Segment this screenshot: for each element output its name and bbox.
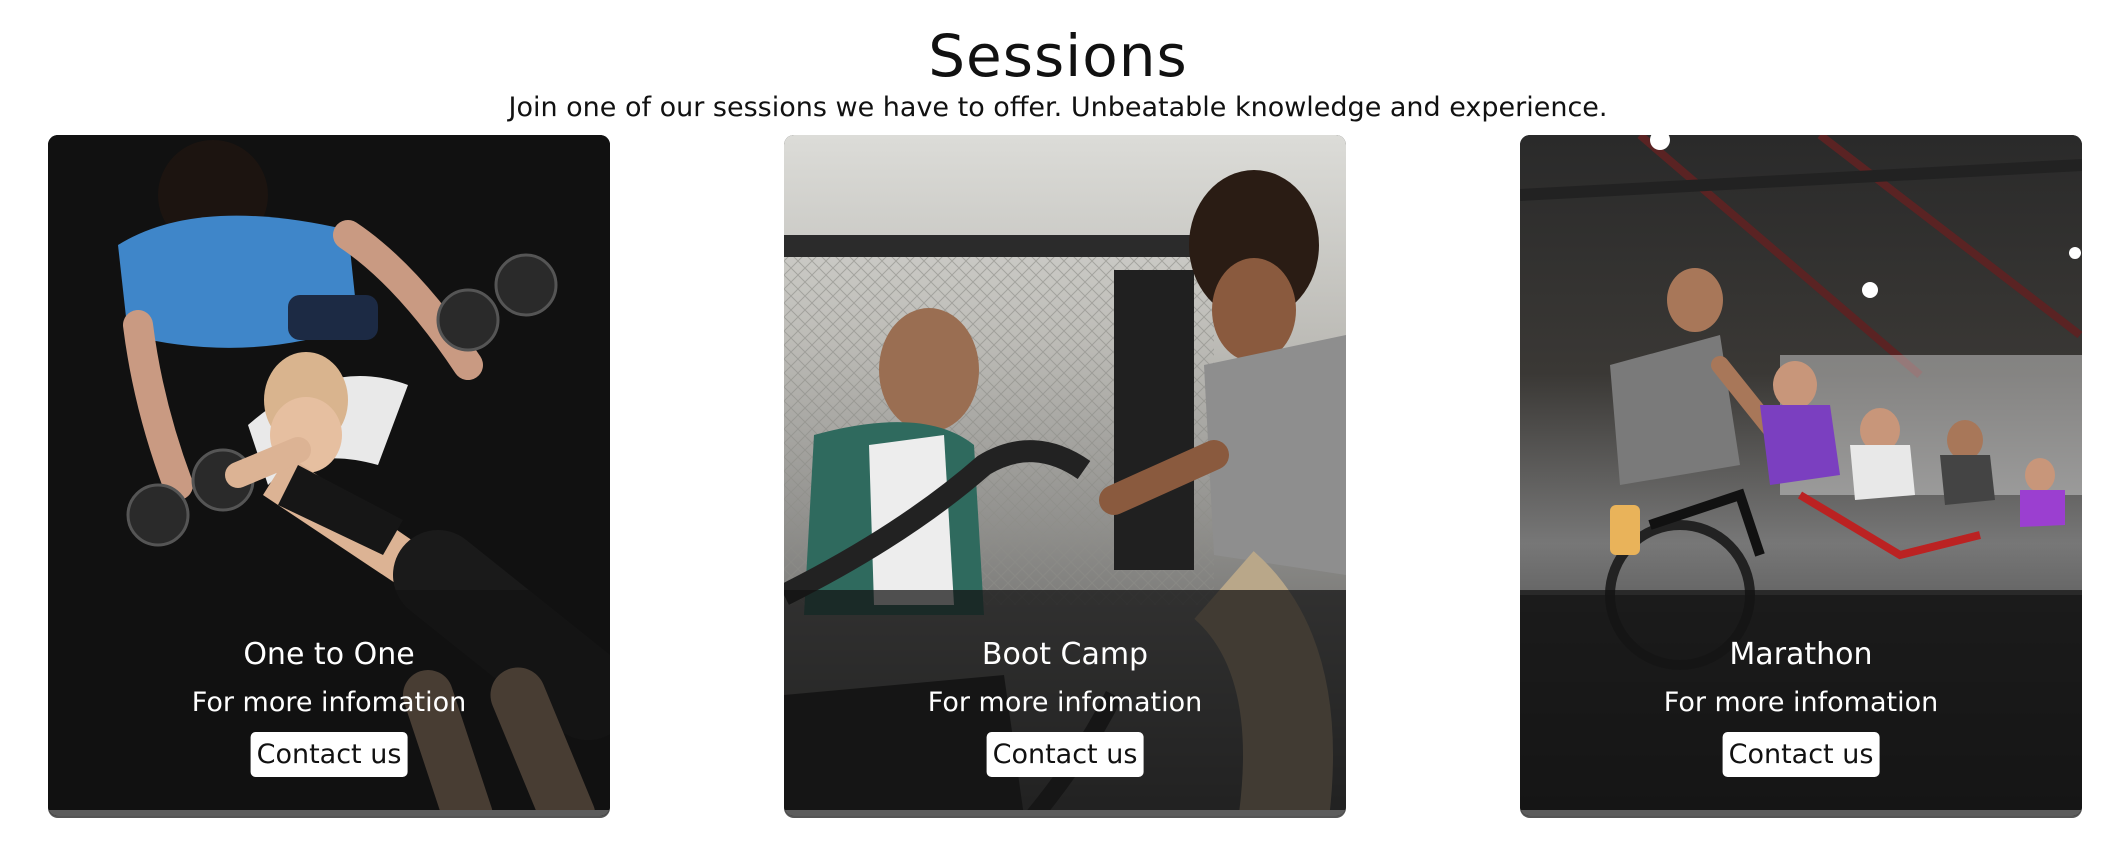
session-name: Boot Camp xyxy=(981,637,1149,672)
more-info-text: For more infomation xyxy=(927,687,1203,718)
card-bottom-border xyxy=(784,810,1346,816)
session-name: One to One xyxy=(243,637,415,672)
contact-us-button[interactable]: Contact us xyxy=(1722,732,1880,777)
session-card-boot-camp: Boot Camp For more infomation Contact us xyxy=(784,135,1346,816)
page-title: Sessions xyxy=(928,22,1188,90)
card-bottom-border xyxy=(1520,810,2082,816)
card-bottom-border xyxy=(48,810,610,816)
page-subtitle: Join one of our sessions we have to offe… xyxy=(508,92,1608,123)
contact-us-button[interactable]: Contact us xyxy=(986,732,1144,777)
session-card-one-to-one: One to One For more infomation Contact u… xyxy=(48,135,610,816)
session-name: Marathon xyxy=(1729,637,1873,672)
more-info-text: For more infomation xyxy=(1663,687,1939,718)
more-info-text: For more infomation xyxy=(191,687,467,718)
contact-us-button[interactable]: Contact us xyxy=(250,732,408,777)
session-card-marathon: Marathon For more infomation Contact us xyxy=(1520,135,2082,816)
